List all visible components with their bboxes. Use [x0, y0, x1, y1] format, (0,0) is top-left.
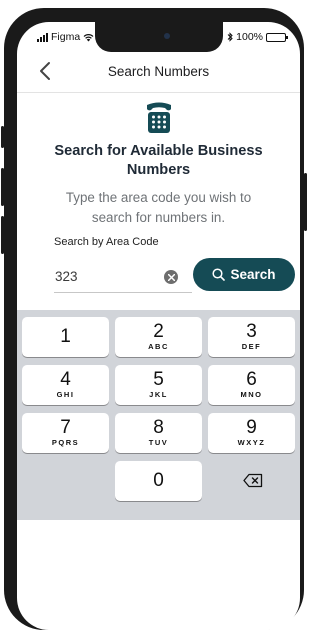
status-right: 100% — [227, 31, 288, 43]
nav-bar: Search Numbers — [17, 52, 300, 93]
backspace-key[interactable] — [208, 461, 295, 501]
numeric-keypad: 1 2 ABC 3 DEF 4 GHI 5 JKL 6 MNO 7 PQRS 8… — [17, 310, 300, 520]
key-2[interactable]: 2 ABC — [115, 317, 202, 357]
key-3[interactable]: 3 DEF — [208, 317, 295, 357]
key-4[interactable]: 4 GHI — [22, 365, 109, 405]
battery-icon — [266, 32, 288, 42]
clear-button[interactable] — [164, 270, 178, 284]
key-digit: 2 — [153, 321, 164, 342]
key-letters: ABC — [148, 342, 169, 351]
clear-icon — [167, 273, 175, 281]
key-letters: GHI — [56, 390, 75, 399]
key-7[interactable]: 7 PQRS — [22, 413, 109, 453]
key-letters: JKL — [149, 390, 168, 399]
status-left: Figma — [37, 31, 94, 43]
key-5[interactable]: 5 JKL — [115, 365, 202, 405]
key-digit: 1 — [60, 326, 71, 347]
backspace-icon — [243, 473, 263, 488]
key-digit: 6 — [246, 369, 257, 390]
key-digit: 9 — [246, 417, 257, 438]
search-button-label: Search — [230, 267, 276, 282]
carrier-name: Figma — [51, 31, 81, 43]
key-0[interactable]: 0 — [115, 461, 202, 501]
key-9[interactable]: 9 WXYZ — [208, 413, 295, 453]
headline: Search for Available Business Numbers — [54, 143, 263, 178]
instructions: Type the area code you wish to search fo… — [65, 190, 252, 225]
page-title: Search Numbers — [107, 64, 210, 79]
area-code-label: Search by Area Code — [54, 236, 159, 248]
phone-frame: Figma 100% Search Numbers Search for Ava… — [1, 8, 307, 630]
key-digit: 7 — [60, 417, 71, 438]
battery-percent: 100% — [236, 31, 263, 43]
key-letters: DEF — [241, 342, 262, 351]
key-letters: MNO — [240, 390, 263, 399]
power-button — [304, 173, 307, 231]
key-8[interactable]: 8 TUV — [115, 413, 202, 453]
notch — [95, 22, 223, 52]
key-1[interactable]: 1 — [22, 317, 109, 357]
key-letters: TUV — [148, 438, 169, 447]
key-letters: PQRS — [51, 438, 80, 447]
key-digit: 4 — [60, 369, 71, 390]
mute-switch — [1, 126, 4, 148]
volume-down-button — [1, 216, 4, 254]
telephone-icon — [147, 102, 171, 133]
key-digit: 3 — [246, 321, 257, 342]
screen: Figma 100% Search Numbers Search for Ava… — [17, 22, 300, 630]
key-letters: WXYZ — [237, 438, 266, 447]
volume-up-button — [1, 168, 4, 206]
search-button[interactable]: Search — [193, 258, 295, 291]
key-digit: 5 — [153, 369, 164, 390]
bluetooth-icon — [227, 32, 233, 42]
wifi-icon — [83, 33, 94, 41]
key-6[interactable]: 6 MNO — [208, 365, 295, 405]
key-digit: 8 — [153, 417, 164, 438]
search-icon — [212, 268, 226, 281]
key-digit: 0 — [153, 470, 164, 491]
signal-icon — [37, 32, 48, 42]
front-camera — [164, 33, 170, 39]
